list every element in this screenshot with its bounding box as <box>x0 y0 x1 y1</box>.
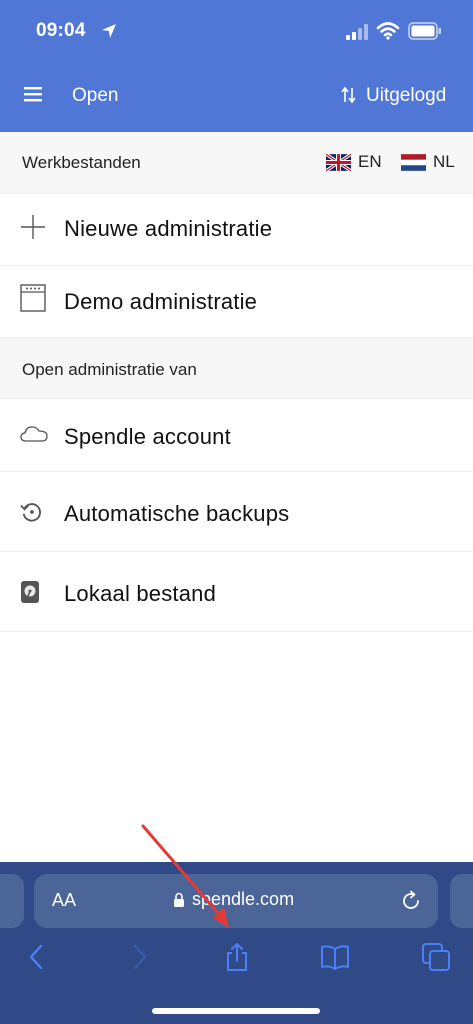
status-time: 09:04 <box>36 20 86 41</box>
url-text: spendle.com <box>192 889 295 909</box>
browser-bottom-bar: AA spendle.com <box>0 862 473 1024</box>
cloud-icon <box>20 426 48 442</box>
new-administration-item[interactable]: Nieuwe administratie <box>0 194 473 266</box>
forward-icon[interactable] <box>124 942 154 972</box>
tabs-icon[interactable] <box>421 942 451 972</box>
nl-flag-icon <box>401 153 426 171</box>
bookmarks-icon[interactable] <box>320 942 350 972</box>
automatic-backups-item[interactable]: Automatische backups <box>0 472 473 552</box>
text-size-button[interactable]: AA <box>52 890 76 911</box>
list-item-label: Nieuwe administratie <box>64 216 273 241</box>
wifi-icon <box>376 22 400 40</box>
language-nl-button[interactable]: NL <box>401 152 455 172</box>
plus-icon <box>21 215 45 239</box>
app-header: 09:04 Open Uitgelogd <box>0 0 473 132</box>
language-en-button[interactable]: EN <box>326 152 382 172</box>
history-icon <box>20 503 41 522</box>
previous-tab-preview[interactable] <box>0 874 24 928</box>
section-header-open-van: Open administratie van <box>0 338 473 399</box>
demo-administration-item[interactable]: Demo administratie <box>0 266 473 338</box>
language-nl-label: NL <box>433 152 455 171</box>
share-icon[interactable] <box>222 942 252 972</box>
address-bar[interactable]: AA spendle.com <box>34 874 438 928</box>
language-en-label: EN <box>358 152 382 171</box>
list-item-label: Demo administratie <box>64 289 258 314</box>
next-tab-preview[interactable] <box>450 874 473 928</box>
section-title: Open administratie van <box>22 360 197 379</box>
harddisk-icon <box>21 581 39 603</box>
uk-flag-icon <box>326 153 351 171</box>
reload-icon[interactable] <box>400 890 422 912</box>
back-icon[interactable] <box>22 942 52 972</box>
section-header-werkbestanden: Werkbestanden EN NL <box>0 132 473 194</box>
sort-arrows-icon[interactable] <box>341 86 357 104</box>
list-item-label: Lokaal bestand <box>64 581 217 606</box>
battery-icon <box>408 22 441 40</box>
page-title: Open <box>72 85 119 106</box>
list-item-label: Automatische backups <box>64 501 290 526</box>
location-arrow-icon <box>102 24 116 38</box>
section-title: Werkbestanden <box>22 153 141 172</box>
spendle-account-item[interactable]: Spendle account <box>0 399 473 472</box>
lock-icon <box>174 892 184 907</box>
home-indicator[interactable] <box>152 1008 320 1014</box>
cellular-signal-icon <box>346 24 368 40</box>
list-item-label: Spendle account <box>64 424 231 449</box>
calendar-window-icon <box>20 284 46 312</box>
login-status-button[interactable]: Uitgelogd <box>366 85 446 107</box>
local-file-item[interactable]: Lokaal bestand <box>0 552 473 632</box>
hamburger-menu-icon[interactable] <box>24 86 42 102</box>
